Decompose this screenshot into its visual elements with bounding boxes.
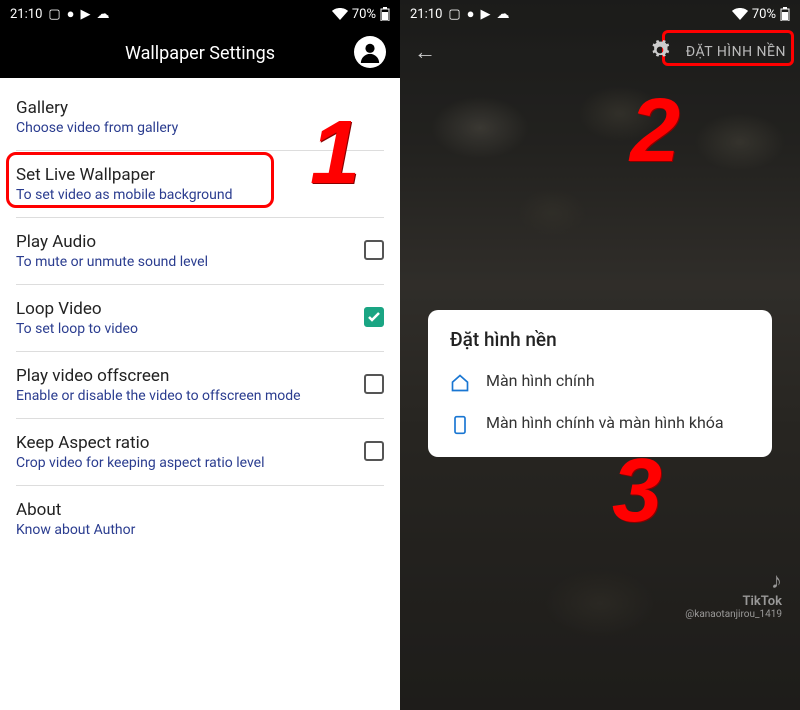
battery-icon [780,7,790,21]
setting-play-audio[interactable]: Play Audio To mute or unmute sound level [16,218,384,285]
setting-gallery[interactable]: Gallery Choose video from gallery [16,84,384,151]
setting-sub: To set video as mobile background [16,187,384,203]
setting-sub: To mute or unmute sound level [16,254,354,270]
back-arrow-icon[interactable]: ← [414,39,436,65]
image-icon: ▢ [48,7,60,22]
settings-list: Gallery Choose video from gallery Set Li… [0,78,400,552]
setting-loop-video[interactable]: Loop Video To set loop to video [16,285,384,352]
dialog-option-text: Màn hình chính và màn hình khóa [486,413,724,434]
setting-title: Play Audio [16,232,354,252]
status-time: 21:10 [410,7,442,22]
tiktok-username: @kanaotanjirou_1419 [685,609,782,620]
tiktok-watermark: ♪ TikTok @kanaotanjirou_1419 [685,568,782,620]
dialog-options: Màn hình chính Màn hình chính và màn hìn… [436,361,764,445]
setting-play-offscreen[interactable]: Play video offscreen Enable or disable t… [16,352,384,419]
setting-title: Set Live Wallpaper [16,165,384,185]
status-bar: 21:10 ▢ ● ▶ ☁ 70% [400,0,800,28]
setting-sub: Crop video for keeping aspect ratio leve… [16,455,354,471]
setting-sub: To set loop to video [16,321,354,337]
header-title: Wallpaper Settings [125,43,275,64]
battery-percent: 70% [352,7,376,22]
home-icon [450,373,470,393]
setting-title: Keep Aspect ratio [16,433,354,453]
setting-sub: Know about Author [16,522,384,538]
account-avatar[interactable] [354,36,386,68]
dialog-title: Đặt hình nền [436,328,764,351]
status-bar: 21:10 ▢ ● ▶ ☁ 70% [0,0,400,28]
tiktok-brand: TikTok [685,594,782,609]
checkbox-aspect[interactable] [364,441,384,461]
dot-icon: ● [467,6,475,22]
cloud-icon: ☁ [497,7,510,22]
status-time: 21:10 [10,7,42,22]
phone-settings-screen: 21:10 ▢ ● ▶ ☁ 70% Wallpaper Settings Gal… [0,0,400,710]
set-wallpaper-button[interactable]: ĐẶT HÌNH NỀN [686,44,786,60]
setting-title: Loop Video [16,299,354,319]
image-icon: ▢ [448,7,460,22]
setting-title: About [16,500,384,520]
checkbox-offscreen[interactable] [364,374,384,394]
setting-set-live-wallpaper[interactable]: Set Live Wallpaper To set video as mobil… [16,151,384,218]
youtube-icon: ▶ [481,7,491,22]
phone-wallpaper-preview: 21:10 ▢ ● ▶ ☁ 70% ← ĐẶT HÌNH NỀN Đặt hìn… [400,0,800,710]
preview-header: ← ĐẶT HÌNH NỀN [400,28,800,76]
setting-sub: Enable or disable the video to offscreen… [16,388,354,404]
dialog-option-home-lock[interactable]: Màn hình chính và màn hình khóa [436,403,764,445]
battery-icon [380,7,390,21]
dialog-option-text: Màn hình chính [486,371,595,392]
checkbox-loop-video[interactable] [364,307,384,327]
setting-title: Play video offscreen [16,366,354,386]
setting-sub: Choose video from gallery [16,120,384,136]
battery-percent: 70% [752,7,776,22]
phone-icon [450,415,470,435]
set-wallpaper-dialog: Đặt hình nền Màn hình chính Màn hình chí… [428,310,772,457]
dialog-option-home[interactable]: Màn hình chính [436,361,764,403]
app-header: Wallpaper Settings [0,28,400,78]
setting-aspect-ratio[interactable]: Keep Aspect ratio Crop video for keeping… [16,419,384,486]
youtube-icon: ▶ [81,7,91,22]
setting-title: Gallery [16,98,384,118]
tiktok-note-icon: ♪ [685,568,782,594]
wifi-icon [332,8,348,20]
setting-about[interactable]: About Know about Author [16,486,384,552]
wifi-icon [732,8,748,20]
dot-icon: ● [67,6,75,22]
gear-icon[interactable] [650,40,670,64]
checkbox-play-audio[interactable] [364,240,384,260]
cloud-icon: ☁ [97,7,110,22]
